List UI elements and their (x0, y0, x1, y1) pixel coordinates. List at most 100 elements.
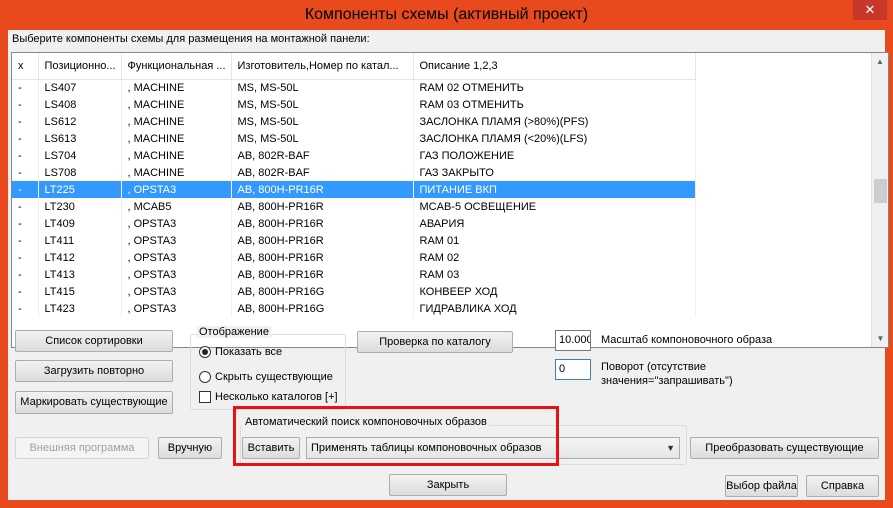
scale-label: Масштаб компоновочного образа (601, 334, 773, 346)
table-cell: LT412 (38, 249, 122, 266)
table-cell: MS, MS-50L (231, 96, 414, 113)
table-cell: ПИТАНИЕ ВКП (413, 181, 696, 198)
table-cell: , OPSTA3 (121, 300, 232, 317)
table-cell: , MACHINE (121, 96, 232, 113)
sort-list-button[interactable]: Список сортировки (15, 330, 173, 352)
table-cell: AB, 802R-BAF (231, 147, 414, 164)
table-cell: AB, 800H-PR16G (231, 283, 414, 300)
table-cell: MS, MS-50L (231, 113, 414, 130)
external-program-button[interactable]: Внешняя программа (15, 437, 149, 459)
dialog-body: Выберите компоненты схемы для размещения… (8, 30, 889, 500)
table-cell: LS613 (38, 130, 122, 147)
table-row[interactable]: - LT409, OPSTA3 AB, 800H-PR16R АВАРИЯ (12, 215, 696, 232)
highlight-box (233, 406, 559, 466)
table-cell: , OPSTA3 (121, 215, 232, 232)
table-cell: LS704 (38, 147, 122, 164)
radio-selected-icon[interactable] (199, 346, 211, 358)
scroll-down-icon[interactable]: ▼ (872, 330, 888, 347)
check-catalog-button[interactable]: Проверка по каталогу (357, 331, 513, 353)
table-row[interactable]: - LT225, OPSTA3 AB, 800H-PR16R ПИТАНИЕ ВКП (12, 181, 696, 198)
table-cell: ГИДРАВЛИКА ХОД (413, 300, 696, 317)
rotation-input[interactable]: 0 (555, 359, 591, 380)
table-cell: - (12, 198, 39, 215)
components-table[interactable]: x Позиционно... Функциональная ... Изготови… (11, 52, 889, 348)
chevron-down-icon[interactable]: ▼ (666, 438, 675, 458)
table-cell: КОНВЕЕР ХОД (413, 283, 696, 300)
radio-hide-existing[interactable]: Скрыть существующие (199, 371, 333, 383)
table-cell: , MACHINE (121, 130, 232, 147)
manual-button[interactable]: Вручную (158, 437, 222, 459)
table-cell: LT409 (38, 215, 122, 232)
scroll-up-icon[interactable]: ▲ (872, 53, 888, 70)
convert-existing-button[interactable]: Преобразовать существующие (690, 437, 879, 459)
table-cell: LS408 (38, 96, 122, 113)
help-button[interactable]: Справка (806, 475, 879, 497)
table-row[interactable]: - LS704, MACHINE AB, 802R-BAF ГАЗ ПОЛОЖЕНИЕ (12, 147, 696, 164)
table-cell: LT423 (38, 300, 122, 317)
checkbox-multi-catalog-label: Несколько каталогов [+] (215, 391, 338, 403)
table-row[interactable]: - LT423, OPSTA3 AB, 800H-PR16G ГИДРАВЛИКА Х… (12, 300, 696, 317)
scroll-thumb[interactable] (874, 179, 887, 203)
table-cell: AB, 800H-PR16R (231, 215, 414, 232)
table-row[interactable]: - LT412, OPSTA3 AB, 800H-PR16R RAM 02 (12, 249, 696, 266)
table-row[interactable]: - LS613, MACHINE MS, MS-50L ЗАСЛОНКА ПЛАМЯ … (12, 130, 696, 147)
dialog-window: Компоненты схемы (активный проект) ✕ Выб… (0, 0, 893, 508)
table-cell: - (12, 232, 39, 249)
column-header[interactable]: Изготовитель,Номер по катал... (231, 53, 414, 80)
table-cell: MCAB-5 ОСВЕЩЕНИЕ (413, 198, 696, 215)
vertical-scrollbar[interactable]: ▲ ▼ (871, 53, 888, 347)
table-cell: , MACHINE (121, 113, 232, 130)
components-grid: x Позиционно... Функциональная ... Изготови… (12, 53, 696, 317)
reload-button[interactable]: Загрузить повторно (15, 360, 173, 382)
window-title: Компоненты схемы (активный проект) (304, 6, 589, 23)
table-cell: LS708 (38, 164, 122, 181)
table-cell: - (12, 96, 39, 113)
table-cell: - (12, 113, 39, 130)
table-cell: , OPSTA3 (121, 232, 232, 249)
table-row[interactable]: - LS408, MACHINE MS, MS-50L RAM 03 ОТМЕНИТЬ (12, 96, 696, 113)
radio-hide-existing-label: Скрыть существующие (215, 371, 333, 383)
table-cell: AB, 802R-BAF (231, 164, 414, 181)
table-cell: LT225 (38, 181, 122, 198)
choose-file-button[interactable]: Выбор файла (725, 475, 798, 497)
table-row[interactable]: - LS407, MACHINE MS, MS-50L RAM 02 ОТМЕНИТЬ (12, 79, 696, 96)
checkbox-icon[interactable] (199, 391, 211, 403)
table-cell: - (12, 266, 39, 283)
table-cell: - (12, 181, 39, 198)
table-cell: ГАЗ ЗАКРЫТО (413, 164, 696, 181)
table-row[interactable]: - LT413, OPSTA3 AB, 800H-PR16R RAM 03 (12, 266, 696, 283)
table-row[interactable]: - LS708, MACHINE AB, 802R-BAF ГАЗ ЗАКРЫТО (12, 164, 696, 181)
radio-show-all[interactable]: Показать все (199, 346, 282, 358)
table-row[interactable]: - LT411, OPSTA3 AB, 800H-PR16R RAM 01 (12, 232, 696, 249)
close-icon[interactable]: ✕ (853, 0, 887, 20)
checkbox-multi-catalog[interactable]: Несколько каталогов [+] (199, 391, 338, 403)
prompt-label: Выберите компоненты схемы для размещения… (12, 33, 370, 45)
mark-existing-button[interactable]: Маркировать существующие (15, 391, 173, 414)
close-button[interactable]: Закрыть (389, 474, 507, 496)
table-cell: AB, 800H-PR16R (231, 181, 414, 198)
display-group-label: Отображение (197, 326, 271, 338)
table-cell: ГАЗ ПОЛОЖЕНИЕ (413, 147, 696, 164)
table-row[interactable]: - LS612, MACHINE MS, MS-50L ЗАСЛОНКА ПЛАМЯ … (12, 113, 696, 130)
table-cell: АВАРИЯ (413, 215, 696, 232)
table-cell: LT413 (38, 266, 122, 283)
column-header[interactable]: x (12, 53, 39, 80)
column-header[interactable]: Функциональная ... (121, 53, 232, 80)
radio-empty-icon[interactable] (199, 371, 211, 383)
table-cell: AB, 800H-PR16R (231, 249, 414, 266)
table-cell: - (12, 79, 39, 96)
table-cell: AB, 800H-PR16R (231, 266, 414, 283)
table-cell: LT230 (38, 198, 122, 215)
table-cell: RAM 03 ОТМЕНИТЬ (413, 96, 696, 113)
table-cell: , MACHINE (121, 164, 232, 181)
table-row[interactable]: - LT415, OPSTA3 AB, 800H-PR16G КОНВЕЕР ХОД (12, 283, 696, 300)
table-cell: - (12, 215, 39, 232)
scale-input[interactable]: 10.000 (555, 330, 591, 351)
table-cell: MS, MS-50L (231, 79, 414, 96)
column-header[interactable]: Позиционно... (38, 53, 122, 80)
table-cell: RAM 03 (413, 266, 696, 283)
table-row[interactable]: - LT230, MCAB5 AB, 800H-PR16R MCAB-5 ОСВЕЩЕ… (12, 198, 696, 215)
column-header[interactable]: Описание 1,2,3 (413, 53, 696, 80)
table-cell: - (12, 130, 39, 147)
table-cell: , OPSTA3 (121, 249, 232, 266)
